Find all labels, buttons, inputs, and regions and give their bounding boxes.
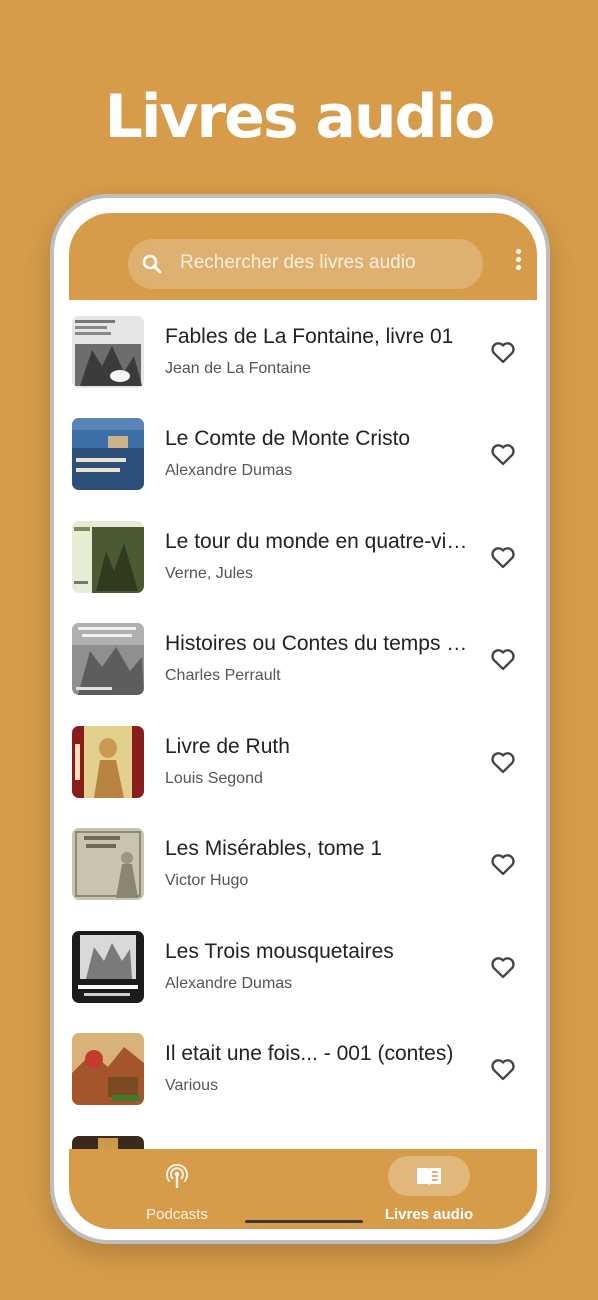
favorite-heart-icon[interactable] [489,953,517,981]
nav-podcasts-indicator [136,1156,218,1196]
book-cover [72,1136,144,1149]
book-title: Histoires ou Contes du temps passé [165,632,477,655]
nav-audiobooks-indicator [388,1156,470,1196]
hero-title: Livres audio [104,82,496,152]
favorite-heart-icon[interactable] [489,748,517,776]
nav-audiobooks[interactable]: Livres audio [354,1149,504,1229]
favorite-heart-icon[interactable] [489,440,517,468]
book-cover [72,828,144,900]
book-title: Le tour du monde en quatre-vingts jours [165,530,477,553]
book-title: Le Comte de Monte Cristo [165,427,411,450]
list-item[interactable] [69,1120,537,1149]
book-author: Various [165,1077,219,1094]
book-cover [72,1033,144,1105]
search-placeholder: Rechercher des livres audio [180,252,416,273]
book-author: Louis Segond [165,770,263,787]
list-item[interactable]: Les Misérables, tome 1 Victor Hugo [69,812,537,914]
book-author: Alexandre Dumas [165,462,293,479]
home-indicator [245,1220,363,1223]
app-screen: Rechercher des livres audio Fables de La… [69,213,537,1229]
favorite-heart-icon[interactable] [489,338,517,366]
book-author: Verne, Jules [165,565,254,582]
list-item[interactable]: Les Trois mousquetaires Alexandre Dumas [69,915,537,1017]
book-title: Les Misérables, tome 1 [165,837,383,860]
phone-bezel: Rechercher des livres audio Fables de La… [54,198,546,1240]
nav-audiobooks-label: Livres audio [384,1206,474,1223]
favorite-heart-icon[interactable] [489,543,517,571]
favorite-heart-icon[interactable] [489,850,517,878]
search-icon [142,254,162,274]
book-cover [72,726,144,798]
audiobook-list: Fables de La Fontaine, livre 01 Jean de … [69,300,537,1149]
list-item[interactable]: Il etait une fois... - 001 (contes) Vari… [69,1017,537,1119]
book-cover [72,521,144,593]
book-title: Il etait une fois... - 001 (contes) [165,1042,454,1065]
favorite-heart-icon[interactable] [489,645,517,673]
favorite-heart-icon[interactable] [489,1055,517,1083]
list-item[interactable]: Fables de La Fontaine, livre 01 Jean de … [69,300,537,402]
app-bar: Rechercher des livres audio [69,213,537,300]
bottom-navigation: Podcasts Livres audio [69,1149,537,1229]
nav-podcasts[interactable]: Podcasts [102,1149,252,1229]
more-vert-icon[interactable] [509,249,527,279]
book-author: Victor Hugo [165,872,249,889]
nav-podcasts-label: Podcasts [146,1206,208,1223]
book-open-icon [417,1168,441,1186]
book-title: Livre de Ruth [165,735,290,758]
book-cover [72,623,144,695]
book-cover [72,418,144,490]
book-author: Jean de La Fontaine [165,360,311,377]
book-author: Alexandre Dumas [165,975,293,992]
book-title: Les Trois mousquetaires [165,940,394,963]
book-author: Charles Perrault [165,667,281,684]
search-input[interactable]: Rechercher des livres audio [128,239,483,289]
list-item[interactable]: Le tour du monde en quatre-vingts jours … [69,505,537,607]
book-cover [72,316,144,388]
book-cover [72,931,144,1003]
list-item[interactable]: Livre de Ruth Louis Segond [69,710,537,812]
list-item[interactable]: Le Comte de Monte Cristo Alexandre Dumas [69,402,537,504]
podcast-icon [166,1164,188,1188]
book-title: Fables de La Fontaine, livre 01 [165,325,454,348]
phone-frame: Rechercher des livres audio Fables de La… [50,194,550,1244]
list-item[interactable]: Histoires ou Contes du temps passé Charl… [69,607,537,709]
